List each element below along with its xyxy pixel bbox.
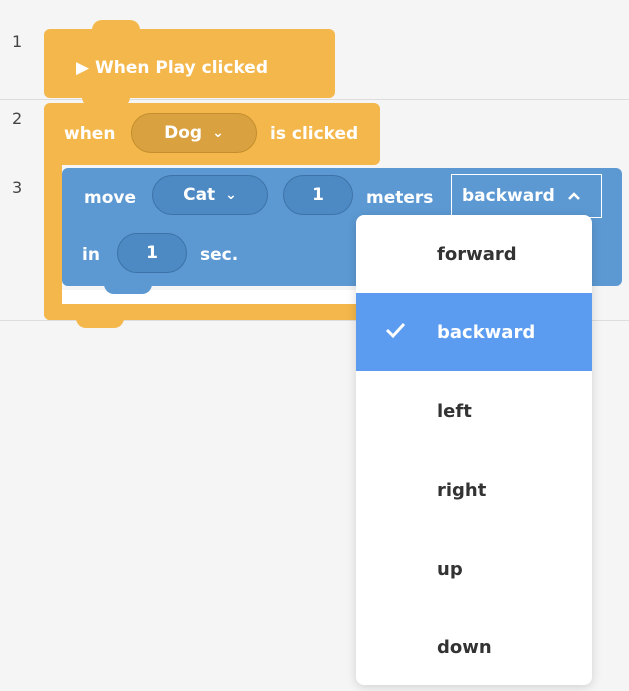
menu-option-backward[interactable]: backward [356,293,592,371]
menu-option-label: right [437,479,487,501]
menu-option-down[interactable]: down [356,608,592,685]
menu-option-label: down [437,636,492,658]
sprite-dropdown-cat[interactable]: Cat ⌄ [152,175,268,215]
sec-label: sec. [200,245,239,265]
sprite-dropdown-dog[interactable]: Dog ⌄ [131,113,257,153]
meters-label: meters [366,188,434,208]
menu-option-right[interactable]: right [356,451,592,529]
line-number: 2 [12,109,23,128]
move-label: move [84,188,137,208]
line-number: 1 [12,32,23,51]
distance-value: 1 [312,185,324,205]
block-notch-top [92,20,140,34]
block-notch-bottom [104,284,152,294]
menu-option-left[interactable]: left [356,372,592,450]
when-play-clicked-label: ▶ When Play clicked [76,58,268,78]
chevron-down-icon: ⌄ [212,125,224,141]
when-label: when [64,124,116,144]
sprite-dropdown-value: Cat [183,185,216,205]
distance-input[interactable]: 1 [283,175,353,215]
c-block-left-arm [44,160,62,320]
is-clicked-label: is clicked [270,124,359,144]
menu-option-label: backward [437,321,536,343]
code-canvas: 1 2 3 ▶ When Play clicked when is clicke… [0,0,629,691]
block-notch-bottom [76,318,124,328]
in-label: in [82,245,100,265]
menu-option-label: left [437,400,472,422]
direction-dropdown[interactable]: backward [451,174,602,218]
chevron-down-icon: ⌄ [225,187,237,203]
menu-option-label: up [437,558,463,580]
seconds-input[interactable]: 1 [117,233,187,273]
direction-menu: forward backward left right up down [356,215,592,685]
menu-option-up[interactable]: up [356,530,592,608]
line-number: 3 [12,178,23,197]
seconds-value: 1 [146,243,158,263]
check-icon [385,322,406,339]
menu-option-forward[interactable]: forward [356,215,592,293]
sprite-dropdown-value: Dog [164,123,203,143]
menu-option-label: forward [437,243,517,265]
chevron-up-icon [567,192,580,200]
direction-dropdown-value: backward [462,186,555,206]
when-play-clicked-block[interactable]: ▶ When Play clicked [44,29,335,98]
